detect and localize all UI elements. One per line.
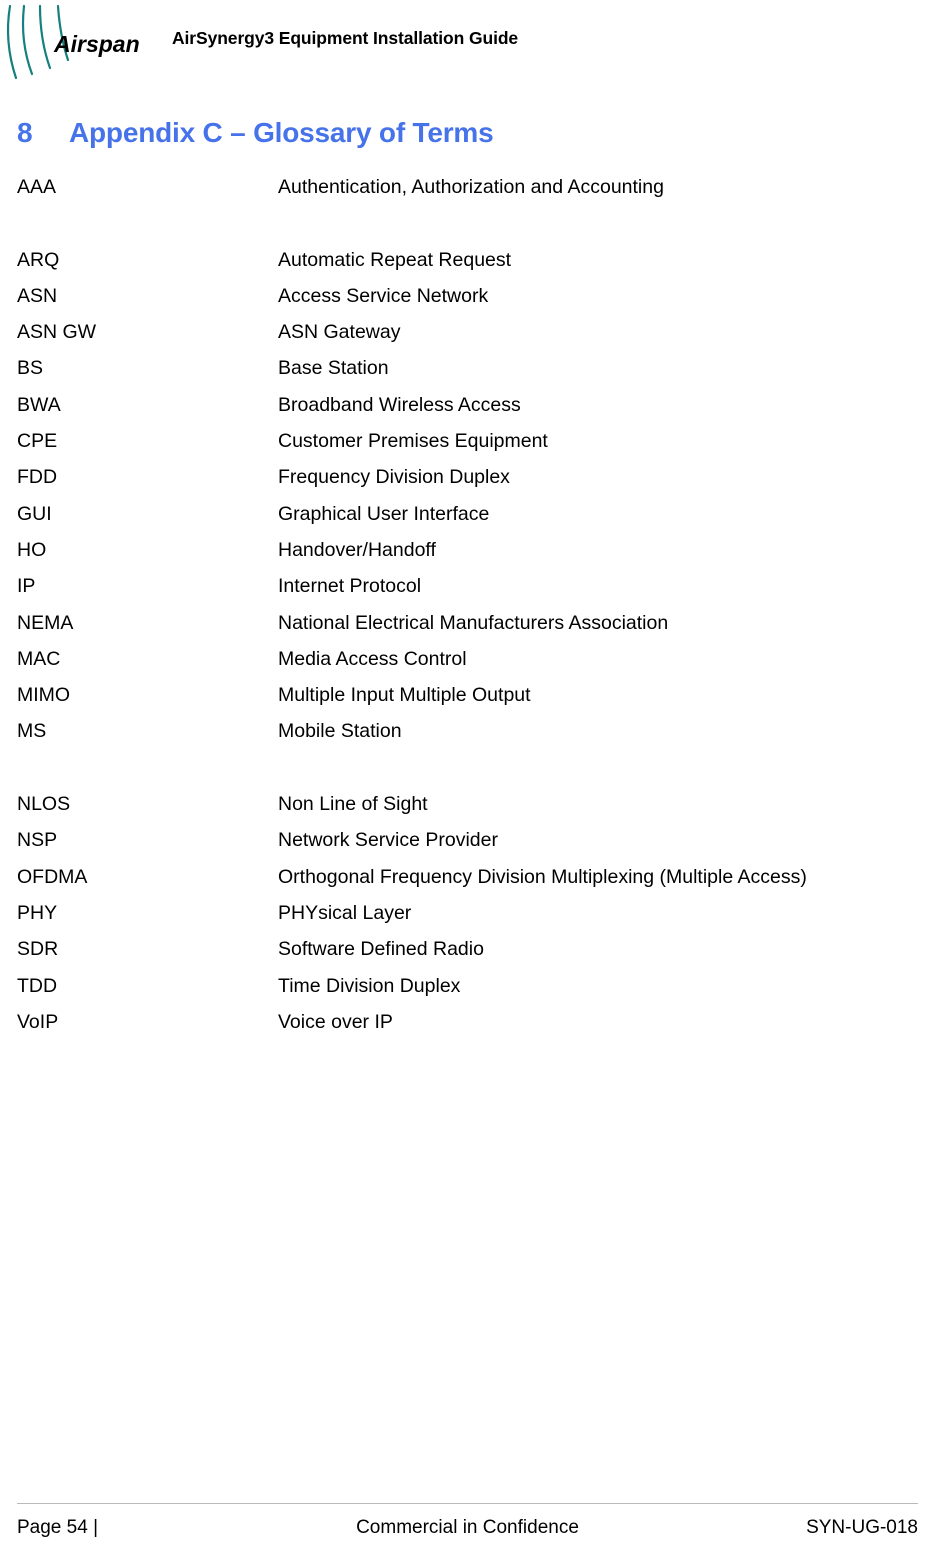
glossary-definition: PHYsical Layer <box>278 901 412 924</box>
glossary-term: NLOS <box>17 793 71 816</box>
glossary-row: SDR Software Defined Radio <box>17 938 922 974</box>
glossary-row: ASN Access Service Network <box>17 285 922 321</box>
footer-confidentiality-notice: Commercial in Confidence <box>356 1517 579 1538</box>
glossary-term: HO <box>17 538 47 561</box>
glossary-definition: Network Service Provider <box>278 829 498 852</box>
glossary-row: NLOS Non Line of Sight <box>17 793 922 829</box>
page-footer: Page 54 | Commercial in Confidence SYN-U… <box>0 1495 935 1563</box>
glossary-definition: National Electrical Manufacturers Associ… <box>278 611 669 634</box>
airspan-logo: Airspan <box>2 2 152 82</box>
glossary-row: HO Handover/Handoff <box>17 539 922 575</box>
glossary-definition: Voice over IP <box>278 1010 393 1033</box>
glossary-definition: Mobile Station <box>278 720 402 743</box>
footer-document-code: SYN-UG-018 <box>806 1517 918 1538</box>
section-number: 8 <box>17 117 33 148</box>
glossary-row: NSP Network Service Provider <box>17 829 922 865</box>
glossary-term: TDD <box>17 974 58 997</box>
glossary-row: ASN GW ASN Gateway <box>17 321 922 357</box>
glossary-term: ARQ <box>17 248 60 271</box>
glossary-definition: Non Line of Sight <box>278 793 428 816</box>
glossary-term: GUI <box>17 502 52 525</box>
glossary-term: NSP <box>17 829 58 852</box>
section-title-text: Appendix C – Glossary of Terms <box>69 117 494 148</box>
glossary-term: AAA <box>17 176 57 198</box>
document-header-title: AirSynergy3 Equipment Installation Guide <box>172 28 519 48</box>
glossary-row: PHY PHYsical Layer <box>17 902 922 938</box>
glossary-row: TDD Time Division Duplex <box>17 975 922 1011</box>
glossary-definition: ASN Gateway <box>278 321 401 344</box>
glossary-spacer-row <box>17 757 922 793</box>
glossary-definition: Access Service Network <box>278 284 489 307</box>
glossary-term: CPE <box>17 430 58 453</box>
glossary-definition: Authentication, Authorization and Accoun… <box>278 176 664 198</box>
glossary-term: ASN GW <box>17 321 97 344</box>
glossary-row: CPE Customer Premises Equipment <box>17 430 922 466</box>
glossary-spacer-row <box>17 212 922 248</box>
glossary-term: MAC <box>17 647 61 670</box>
glossary-definition: Customer Premises Equipment <box>278 430 548 453</box>
glossary-row: MAC Media Access Control <box>17 648 922 684</box>
page-header: Airspan AirSynergy3 Equipment Installati… <box>0 0 935 92</box>
glossary-row: MS Mobile Station <box>17 720 922 756</box>
glossary-row: AAA Authentication, Authorization and Acc… <box>17 176 922 212</box>
glossary-definition: Frequency Division Duplex <box>278 466 510 489</box>
glossary-term: MS <box>17 720 47 743</box>
glossary-definition: Orthogonal Frequency Division Multiplexi… <box>278 865 807 888</box>
glossary-term: BS <box>17 357 44 380</box>
glossary-definition: Handover/Handoff <box>278 538 436 561</box>
glossary-term: OFDMA <box>17 865 88 888</box>
glossary-row: NEMA National Electrical Manufacturers As… <box>17 612 922 648</box>
glossary-term: IP <box>17 575 36 598</box>
glossary-definition: Media Access Control <box>278 647 467 670</box>
glossary-row: GUI Graphical User Interface <box>17 503 922 539</box>
glossary-definition: Automatic Repeat Request <box>278 248 512 271</box>
glossary-definition: Internet Protocol <box>278 575 422 598</box>
airspan-wordmark: Airspan <box>53 31 140 57</box>
glossary-definition: Base Station <box>278 357 389 380</box>
glossary-term: PHY <box>17 901 58 924</box>
glossary-row: BS Base Station <box>17 357 922 393</box>
glossary-definition: Broadband Wireless Access <box>278 393 521 416</box>
glossary-row: MIMO Multiple Input Multiple Output <box>17 684 922 720</box>
glossary-term: MIMO <box>17 684 71 707</box>
footer-page-number: Page 54 | <box>17 1517 99 1538</box>
glossary-definition: Graphical User Interface <box>278 502 490 525</box>
glossary-definition: Time Division Duplex <box>278 974 461 997</box>
glossary-term: BWA <box>17 393 61 416</box>
footer-divider <box>17 1503 918 1504</box>
glossary-term: SDR <box>17 938 59 961</box>
glossary-list: AAA Authentication, Authorization and Acc… <box>17 176 922 1047</box>
glossary-row: VoIP Voice over IP <box>17 1011 922 1047</box>
glossary-term: NEMA <box>17 611 74 634</box>
glossary-term: ASN <box>17 284 58 307</box>
glossary-term: VoIP <box>17 1010 59 1033</box>
page-title: 8 Appendix C – Glossary of Terms <box>17 117 494 149</box>
glossary-definition: Multiple Input Multiple Output <box>278 684 531 707</box>
glossary-definition: Software Defined Radio <box>278 938 484 961</box>
glossary-row: BWA Broadband Wireless Access <box>17 394 922 430</box>
glossary-term: FDD <box>17 466 58 489</box>
glossary-row: OFDMA Orthogonal Frequency Division Multi… <box>17 866 922 902</box>
glossary-row: IP Internet Protocol <box>17 575 922 611</box>
glossary-row: ARQ Automatic Repeat Request <box>17 249 922 285</box>
glossary-row: FDD Frequency Division Duplex <box>17 466 922 502</box>
